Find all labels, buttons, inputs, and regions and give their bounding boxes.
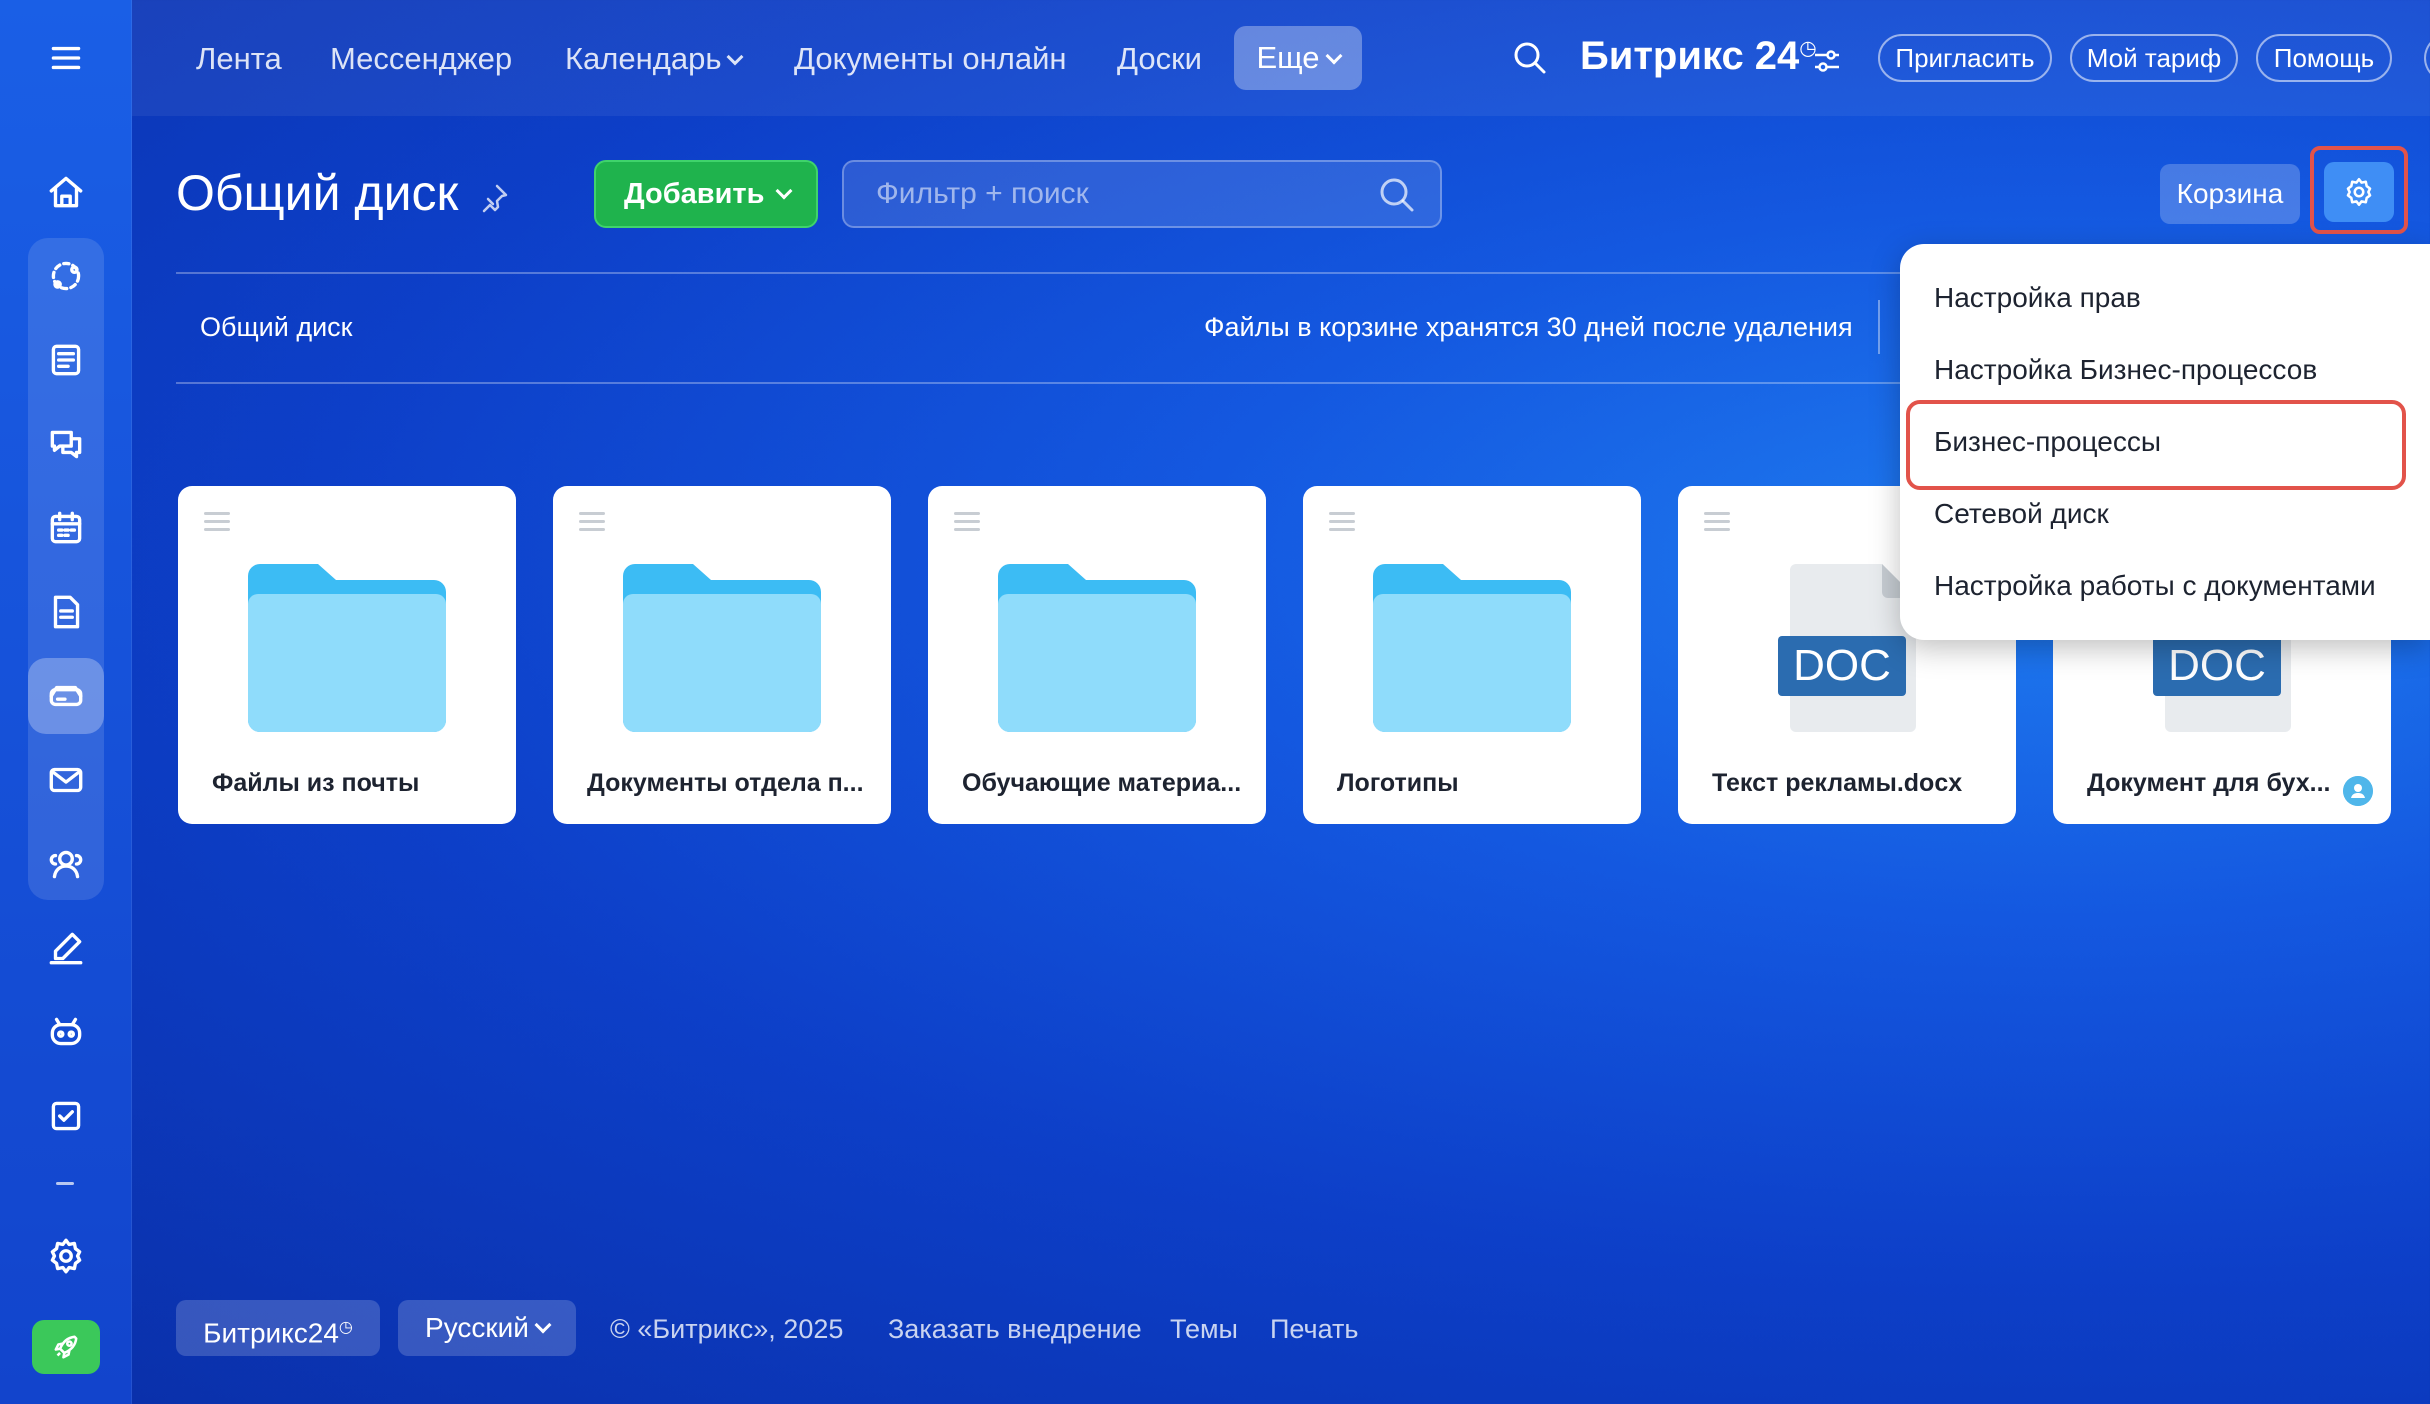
tile-name: Текст рекламы.docx [1712,769,1963,797]
pin-icon[interactable] [478,182,510,214]
drag-handle-icon[interactable] [1704,512,1730,536]
nav-boards[interactable]: Доски [1117,36,1202,82]
menu-item-business-processes[interactable]: Бизнес-процессы [1934,426,2161,458]
tile-name: Документы отдела п... [587,769,864,797]
themes-link[interactable]: Темы [1170,1314,1238,1345]
brand-logo[interactable]: Битрикс 24◷ [1580,34,1817,79]
help-button[interactable]: Помощь [2256,34,2392,82]
calendar-icon[interactable] [28,490,104,566]
sales-icon[interactable] [28,238,104,314]
chevron-down-icon [775,182,793,200]
page-title: Общий диск [176,165,459,221]
tile-folder-dept-docs[interactable]: Документы отдела п... [553,486,891,824]
add-button[interactable]: Добавить [594,160,818,228]
shared-users-icon[interactable] [2343,776,2373,806]
add-button-label: Добавить [624,178,765,210]
sign-icon[interactable] [28,910,104,986]
doc-file-icon: DOC [1778,564,1916,732]
contacts-icon[interactable] [28,826,104,902]
folder-icon [998,564,1196,732]
doc-badge: DOC [1793,641,1891,690]
folder-icon [248,564,446,732]
tile-folder-training[interactable]: Обучающие материа... [928,486,1266,824]
sliders-icon[interactable] [1812,46,1842,76]
chevron-down-icon [1325,47,1343,65]
footer-clock-icon: ◷ [338,1319,353,1336]
chevron-down-icon [726,48,744,66]
drag-handle-icon[interactable] [579,512,605,536]
footer-brand-label: Битрикс24 [203,1317,339,1349]
toolbar-separator [1878,300,1880,354]
search-placeholder: Фильтр + поиск [876,177,1089,210]
folder-icon [1373,564,1571,732]
menu-item-network-drive[interactable]: Сетевой диск [1934,498,2109,530]
nav-feed[interactable]: Лента [196,36,282,82]
sidebar-divider [56,1182,74,1185]
search-input[interactable]: Фильтр + поиск [842,160,1442,228]
copyright: © «Битрикс», 2025 [610,1314,844,1344]
gear-icon [2346,177,2372,207]
language-label: Русский [425,1312,529,1343]
nav-more-button[interactable]: Еще [1234,26,1362,90]
doc-badge: DOC [2168,641,2266,690]
news-icon[interactable] [28,322,104,398]
menu-item-access-rights[interactable]: Настройка прав [1934,282,2141,314]
trash-retention-note: Файлы в корзине хранятся 30 дней после у… [1204,312,1853,342]
nav-calendar-label: Календарь [565,41,722,76]
home-icon[interactable] [28,154,104,230]
nav-messenger[interactable]: Мессенджер [330,36,512,82]
tile-name: Документ для бух... [2087,769,2331,797]
settings-icon[interactable] [28,1218,104,1294]
brand-text: Битрикс 24 [1580,34,1800,78]
search-icon[interactable] [1512,40,1548,76]
trash-button[interactable]: Корзина [2160,164,2300,224]
tasks-icon[interactable] [28,1078,104,1154]
tile-folder-mail[interactable]: Файлы из почты [178,486,516,824]
menu-item-document-settings[interactable]: Настройка работы с документами [1934,570,2376,602]
drag-handle-icon[interactable] [954,512,980,536]
search-icon[interactable] [1378,176,1416,214]
mail-icon[interactable] [28,742,104,818]
breadcrumb[interactable]: Общий диск [200,312,353,343]
nav-calendar[interactable]: Календарь [565,36,744,82]
drag-handle-icon[interactable] [1329,512,1355,536]
left-sidebar [0,0,132,1404]
settings-button[interactable] [2324,162,2394,222]
chat-icon[interactable] [28,406,104,482]
invite-button[interactable]: Пригласить [1878,34,2052,82]
menu-item-bp-settings[interactable]: Настройка Бизнес-процессов [1934,354,2317,386]
tile-name: Логотипы [1337,769,1459,797]
my-plan-button[interactable]: Мой тариф [2070,34,2238,82]
nav-more-label: Еще [1256,40,1320,75]
tile-name: Файлы из почты [212,769,420,797]
document-icon[interactable] [28,574,104,650]
folder-icon [623,564,821,732]
menu-icon[interactable] [28,20,104,96]
tile-folder-logos[interactable]: Логотипы [1303,486,1641,824]
chevron-down-icon [534,1316,552,1334]
disk-icon[interactable] [28,658,104,734]
settings-dropdown-menu: Настройка прав Настройка Бизнес-процессо… [1900,244,2430,640]
language-select[interactable]: Русский [398,1300,576,1356]
robot-icon[interactable] [28,994,104,1070]
order-implementation-link[interactable]: Заказать внедрение [888,1314,1142,1345]
footer-brand-button[interactable]: Битрикс24◷ [176,1300,380,1356]
nav-docs-online[interactable]: Документы онлайн [794,36,1067,82]
rocket-icon[interactable] [32,1320,100,1374]
print-link[interactable]: Печать [1270,1314,1358,1345]
tile-name: Обучающие материа... [962,769,1242,797]
drag-handle-icon[interactable] [204,512,230,536]
